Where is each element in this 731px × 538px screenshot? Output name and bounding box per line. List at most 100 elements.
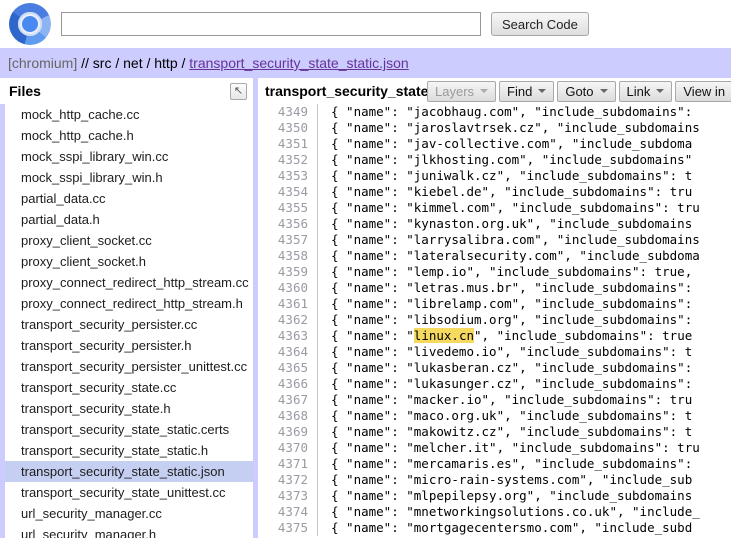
line-number[interactable]: 4358 bbox=[258, 248, 318, 264]
line-number[interactable]: 4366 bbox=[258, 376, 318, 392]
line-number[interactable]: 4352 bbox=[258, 152, 318, 168]
line-number[interactable]: 4355 bbox=[258, 200, 318, 216]
toolbar-button-layers: Layers bbox=[427, 81, 496, 102]
chevron-down-icon bbox=[538, 89, 546, 97]
toolbar-button-view-in[interactable]: View in bbox=[675, 81, 731, 102]
line-number[interactable]: 4364 bbox=[258, 344, 318, 360]
file-item[interactable]: url_security_manager.cc bbox=[5, 503, 253, 524]
code-text: { "name": "macker.io", "include_subdomai… bbox=[318, 392, 692, 408]
top-bar: Search Code bbox=[0, 0, 731, 48]
code-line: 4356{ "name": "kynaston.org.uk", "includ… bbox=[258, 216, 731, 232]
code-text: { "name": "libsodium.org", "include_subd… bbox=[318, 312, 692, 328]
line-number[interactable]: 4354 bbox=[258, 184, 318, 200]
file-item[interactable]: transport_security_state_static.h bbox=[5, 440, 253, 461]
file-item[interactable]: transport_security_state.h bbox=[5, 398, 253, 419]
code-line: 4365{ "name": "lukasberan.cz", "include_… bbox=[258, 360, 731, 376]
line-number[interactable]: 4350 bbox=[258, 120, 318, 136]
code-line: 4358{ "name": "lateralsecurity.com", "in… bbox=[258, 248, 731, 264]
line-number[interactable]: 4374 bbox=[258, 504, 318, 520]
code-text: { "name": "librelamp.com", "include_subd… bbox=[318, 296, 692, 312]
code-text-segment: { "name": " bbox=[331, 328, 414, 343]
code-text-segment: { "name": "lukasunger.cz", "include_subd… bbox=[331, 376, 692, 391]
breadcrumb-path: // src / net / http / bbox=[77, 55, 189, 71]
code-line: 4375{ "name": "mortgagecentersmo.com", "… bbox=[258, 520, 731, 536]
code-text: { "name": "mnetworkingsolutions.co.uk", … bbox=[318, 504, 700, 520]
toolbar-button-label: Find bbox=[507, 84, 532, 99]
code-text-segment: { "name": "jav-collective.com", "include… bbox=[331, 136, 692, 151]
file-item[interactable]: mock_sspi_library_win.h bbox=[5, 167, 253, 188]
code-line: 4371{ "name": "mercamaris.es", "include_… bbox=[258, 456, 731, 472]
code-text: { "name": "kynaston.org.uk", "include_su… bbox=[318, 216, 692, 232]
code-text: { "name": "juniwalk.cz", "include_subdom… bbox=[318, 168, 692, 184]
file-item[interactable]: mock_http_cache.h bbox=[5, 125, 253, 146]
code-line: 4359 { "name": "lemp.io", "include_subdom… bbox=[258, 264, 731, 280]
line-number[interactable]: 4356 bbox=[258, 216, 318, 232]
code-text: { "name": "makowitz.cz", "include_subdom… bbox=[318, 424, 692, 440]
file-item[interactable]: transport_security_state_static.json bbox=[5, 461, 253, 482]
chevron-down-icon bbox=[600, 89, 608, 97]
files-panel-header: Files ↖ bbox=[0, 78, 253, 104]
line-number[interactable]: 4359 bbox=[258, 264, 318, 280]
line-number[interactable]: 4357 bbox=[258, 232, 318, 248]
code-text-segment: { "name": "lemp.io", "include_subdomains… bbox=[331, 264, 692, 279]
line-number[interactable]: 4361 bbox=[258, 296, 318, 312]
code-text: { "name": "jlkhosting.com", "include_sub… bbox=[318, 152, 692, 168]
toolbar-button-label: View in bbox=[683, 84, 725, 99]
file-item[interactable]: mock_http_cache.cc bbox=[5, 104, 253, 125]
file-item[interactable]: partial_data.cc bbox=[5, 188, 253, 209]
code-line: 4362{ "name": "libsodium.org", "include_… bbox=[258, 312, 731, 328]
line-number[interactable]: 4370 bbox=[258, 440, 318, 456]
line-number[interactable]: 4351 bbox=[258, 136, 318, 152]
code-text-segment: { "name": "letras.mus.br", "include_subd… bbox=[331, 280, 692, 295]
code-text: { "name": "linux.cn", "include_subdomain… bbox=[318, 328, 692, 344]
file-item[interactable]: proxy_client_socket.cc bbox=[5, 230, 253, 251]
file-item[interactable]: url_security_manager.h bbox=[5, 524, 253, 538]
file-item[interactable]: partial_data.h bbox=[5, 209, 253, 230]
code-text: { "name": "mlpepilepsy.org", "include_su… bbox=[318, 488, 692, 504]
line-number[interactable]: 4363 bbox=[258, 328, 318, 344]
code-panel-header: transport_security_state_static.json Lay… bbox=[258, 78, 731, 104]
file-item[interactable]: transport_security_persister_unittest.cc bbox=[5, 356, 253, 377]
file-item[interactable]: transport_security_state_unittest.cc bbox=[5, 482, 253, 503]
search-input[interactable] bbox=[61, 12, 481, 36]
line-number[interactable]: 4371 bbox=[258, 456, 318, 472]
line-number[interactable]: 4372 bbox=[258, 472, 318, 488]
file-item[interactable]: transport_security_persister.cc bbox=[5, 314, 253, 335]
code-line: 4366 { "name": "lukasunger.cz", "include_… bbox=[258, 376, 731, 392]
file-item[interactable]: transport_security_persister.h bbox=[5, 335, 253, 356]
files-sidebar: Files ↖ mock_http_cache.ccmock_http_cach… bbox=[0, 78, 253, 538]
line-number[interactable]: 4360 bbox=[258, 280, 318, 296]
chromium-logo-icon[interactable] bbox=[9, 3, 51, 45]
file-item[interactable]: mock_sspi_library_win.cc bbox=[5, 146, 253, 167]
code-text: { "name": "lukasunger.cz", "include_subd… bbox=[318, 376, 692, 392]
line-number[interactable]: 4369 bbox=[258, 424, 318, 440]
line-number[interactable]: 4375 bbox=[258, 520, 318, 536]
code-text-segment: { "name": "kiebel.de", "include_subdomai… bbox=[331, 184, 692, 199]
breadcrumb-file-link[interactable]: transport_security_state_static.json bbox=[189, 55, 408, 71]
toolbar-button-link[interactable]: Link bbox=[619, 81, 673, 102]
code-text-segment: { "name": "mnetworkingsolutions.co.uk", … bbox=[331, 504, 700, 519]
line-number[interactable]: 4373 bbox=[258, 488, 318, 504]
file-item[interactable]: proxy_connect_redirect_http_stream.h bbox=[5, 293, 253, 314]
code-text: { "name": "lukasberan.cz", "include_subd… bbox=[318, 360, 692, 376]
line-number[interactable]: 4365 bbox=[258, 360, 318, 376]
code-text: { "name": "melcher.it", "include_subdoma… bbox=[318, 440, 700, 456]
file-item[interactable]: proxy_connect_redirect_http_stream.cc bbox=[5, 272, 253, 293]
line-number[interactable]: 4353 bbox=[258, 168, 318, 184]
collapse-panel-icon[interactable]: ↖ bbox=[230, 83, 247, 100]
line-number[interactable]: 4362 bbox=[258, 312, 318, 328]
file-item[interactable]: proxy_client_socket.h bbox=[5, 251, 253, 272]
line-number[interactable]: 4367 bbox=[258, 392, 318, 408]
toolbar-button-find[interactable]: Find bbox=[499, 81, 554, 102]
code-line: 4367 { "name": "macker.io", "include_subd… bbox=[258, 392, 731, 408]
file-item[interactable]: transport_security_state_static.certs bbox=[5, 419, 253, 440]
line-number[interactable]: 4368 bbox=[258, 408, 318, 424]
document-title: transport_security_state_static.json bbox=[265, 83, 427, 99]
file-item[interactable]: transport_security_state.cc bbox=[5, 377, 253, 398]
code-text-segment: { "name": "macker.io", "include_subdomai… bbox=[331, 392, 692, 407]
toolbar-button-goto[interactable]: Goto bbox=[557, 81, 615, 102]
code-text: { "name": "micro-rain-systems.com", "inc… bbox=[318, 472, 692, 488]
search-code-button[interactable]: Search Code bbox=[491, 12, 589, 36]
file-list: mock_http_cache.ccmock_http_cache.hmock_… bbox=[0, 104, 253, 538]
line-number[interactable]: 4349 bbox=[258, 104, 318, 120]
